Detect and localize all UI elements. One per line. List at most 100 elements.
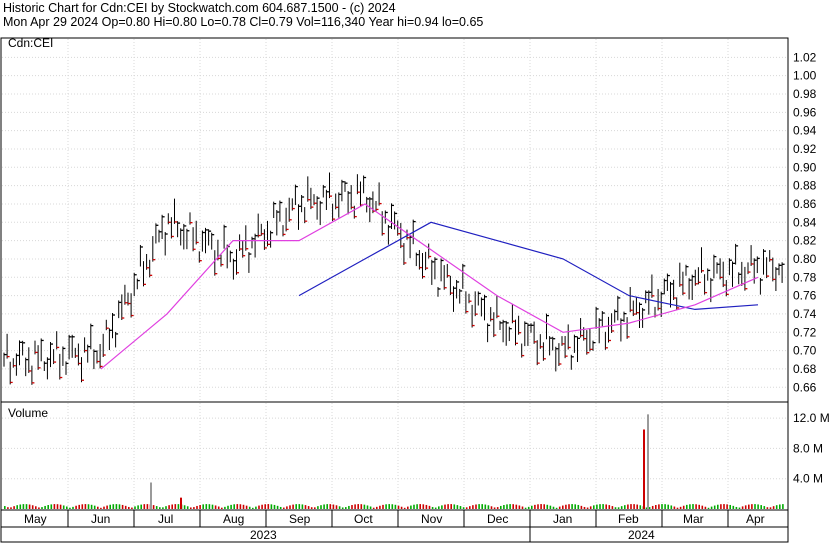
ohlc-bar: [71, 334, 75, 358]
ohlc-bar: [96, 350, 100, 364]
volume-bar: [348, 505, 350, 509]
volume-bar: [121, 504, 124, 509]
ohlc-bar: [124, 284, 128, 305]
volume-spike-bar: [180, 497, 182, 509]
ohlc-bar: [143, 261, 146, 287]
month-label: Jun: [91, 512, 110, 526]
ohlc-bar: [245, 225, 249, 251]
volume-bar: [146, 504, 149, 509]
volume-bar: [723, 504, 725, 509]
ohlc-bar: [329, 172, 332, 199]
volume-bar: [162, 507, 164, 509]
volume-bar: [775, 505, 778, 509]
ohlc-bar: [493, 312, 497, 338]
volume-bar: [748, 504, 750, 509]
volume-bar: [394, 504, 397, 509]
ohlc-bar: [74, 347, 78, 358]
volume-bar: [205, 504, 208, 509]
volume-bar: [38, 507, 40, 509]
ohlc-bar: [316, 196, 320, 220]
volume-bar: [224, 506, 226, 509]
volume-bar: [720, 504, 722, 509]
volume-bar: [620, 506, 623, 509]
ohlc-bar: [701, 247, 704, 273]
ohlc-bar: [766, 257, 770, 279]
volume-bar: [614, 507, 617, 509]
volume-bar: [422, 504, 425, 509]
volume-bar: [630, 504, 632, 509]
ohlc-bar: [3, 352, 7, 367]
ohlc-bar: [623, 311, 627, 323]
year-label: 2024: [628, 528, 655, 542]
ohlc-bar: [626, 317, 630, 339]
volume-grid: [2, 403, 787, 509]
volume-bar: [782, 504, 784, 509]
volume-bar: [314, 507, 316, 509]
volume-bar: [636, 504, 638, 509]
ohlc-bar: [558, 343, 562, 367]
price-tick-label: 0.72: [793, 325, 817, 339]
ohlc-bar: [775, 267, 779, 291]
volume-bar: [763, 506, 766, 509]
volume-bar: [87, 504, 90, 509]
ohlc-bar: [632, 300, 636, 317]
volume-bar: [407, 506, 409, 509]
ohlc-bar: [34, 340, 38, 355]
volume-bar: [624, 505, 626, 509]
volume-bar: [602, 504, 604, 509]
ohlc-bar: [465, 291, 469, 314]
volume-bar: [221, 507, 223, 509]
volume-bar: [450, 504, 452, 509]
volume-bar: [106, 505, 108, 509]
volume-bar: [199, 505, 201, 509]
ohlc-bar: [663, 278, 667, 295]
price-tick-label: 0.90: [793, 160, 817, 174]
ohlc-bar: [22, 340, 26, 356]
volume-bar: [574, 504, 576, 509]
volume-bar: [323, 504, 325, 509]
ohlc-bar: [453, 286, 456, 312]
ohlc-bar: [732, 261, 735, 287]
volume-bar: [379, 505, 381, 509]
ohlc-bar: [341, 179, 345, 202]
volume-bar: [751, 504, 753, 509]
ohlc-bar: [756, 256, 760, 274]
ohlc-bar: [713, 254, 717, 279]
ohlc-bar: [440, 258, 444, 282]
ohlc-bar: [167, 213, 171, 225]
volume-bar: [565, 504, 567, 509]
volume-bar: [577, 504, 580, 509]
ohlc-bar: [226, 244, 230, 269]
month-label: Jul: [158, 512, 173, 526]
volume-bar: [326, 504, 328, 509]
volume-bar: [279, 506, 282, 509]
volume-bar: [472, 505, 474, 509]
ohlc-bar: [344, 181, 348, 192]
volume-bar: [555, 507, 558, 509]
volume-bar: [558, 506, 561, 509]
volume-bar: [286, 506, 288, 509]
volume-bar: [78, 504, 80, 509]
ohlc-bar: [338, 192, 342, 218]
ohlc-bar: [728, 258, 732, 276]
volume-bar: [444, 504, 446, 509]
volume-bar: [329, 504, 332, 509]
volume-bar: [627, 504, 629, 509]
volume-bar: [310, 507, 313, 509]
volume-bar: [580, 505, 583, 509]
ohlc-bar: [267, 220, 270, 247]
month-label: Sep: [289, 512, 311, 526]
volume-bar: [10, 507, 12, 509]
volume-bar: [100, 507, 102, 509]
ohlc-bar: [515, 319, 518, 346]
volume-bar: [410, 505, 412, 509]
month-label: Dec: [487, 512, 508, 526]
volume-bar: [419, 504, 421, 509]
ohlc-bar: [741, 261, 745, 286]
ohlc-bar: [676, 297, 680, 310]
volume-bar: [428, 505, 431, 509]
volume-bar: [738, 507, 741, 509]
ohlc-bar: [546, 313, 549, 340]
volume-bar: [447, 504, 449, 509]
volume-bar: [115, 504, 118, 509]
